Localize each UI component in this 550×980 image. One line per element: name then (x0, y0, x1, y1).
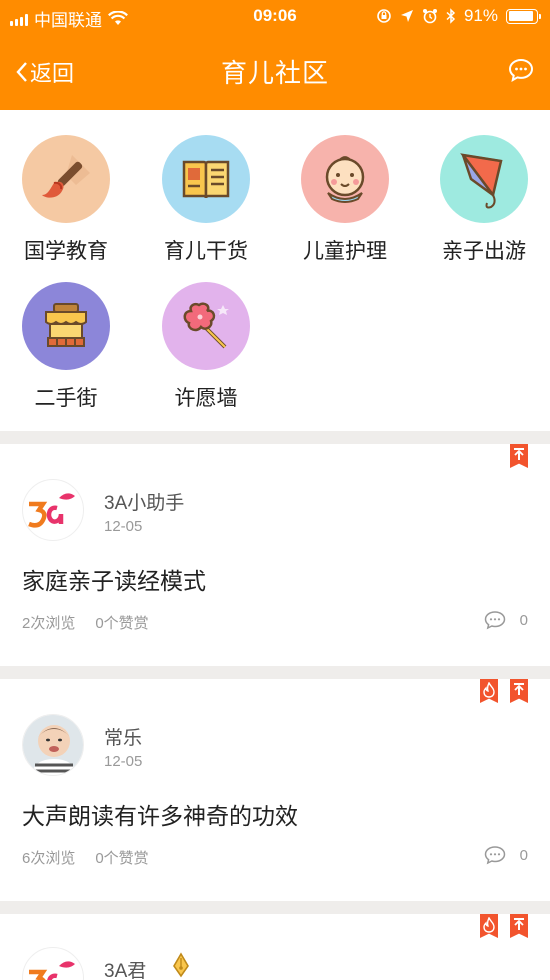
post-likes: 0个赞赏 (95, 850, 149, 867)
avatar[interactable] (22, 714, 84, 776)
pin-top-icon (514, 918, 524, 930)
alarm-icon (422, 9, 437, 24)
3a-logo-icon (29, 961, 75, 980)
3a-logo-icon (28, 493, 75, 528)
hot-badge (480, 914, 498, 938)
book-icon (182, 160, 230, 199)
comment-button[interactable]: 0 (484, 610, 528, 630)
brush-icon (42, 155, 90, 198)
bluetooth-icon (446, 8, 456, 24)
post-views: 6次浏览 (22, 850, 76, 867)
battery-percent: 91% (463, 6, 498, 25)
post-card[interactable]: 3A君 (0, 914, 550, 980)
post-badges (480, 679, 528, 703)
post-title[interactable]: 家庭亲子读经模式 (22, 562, 206, 596)
battery-icon (506, 8, 541, 24)
section-divider (0, 431, 550, 444)
post-author[interactable]: 3A小助手 (104, 488, 184, 515)
post-date: 12-05 (104, 753, 143, 770)
status-bar: 中国联通 09:06 91% (0, 0, 550, 32)
comment-button[interactable]: 0 (484, 845, 528, 865)
comment-count: 0 (519, 846, 528, 864)
post-card[interactable]: 3A小助手 12-05 家庭亲子读经模式 2次浏览 0个赞赏 0 (0, 444, 550, 666)
category-label: 儿童护理 (303, 240, 387, 263)
category-label: 二手街 (34, 387, 98, 410)
baby-photo-avatar (23, 715, 83, 775)
status-right: 91% (376, 6, 541, 26)
category-ershou[interactable]: 二手街 (6, 282, 126, 412)
category-xuyuan[interactable]: 许愿墙 (146, 282, 266, 412)
page-title: 育儿社区 (220, 58, 329, 88)
comment-icon (484, 846, 505, 865)
category-icon-circle (162, 135, 250, 223)
avatar[interactable] (22, 947, 84, 980)
chat-icon[interactable] (508, 57, 534, 83)
post-author[interactable]: 3A君 (104, 956, 146, 980)
post-meta: 6次浏览 0个赞赏 (22, 847, 149, 868)
category-icon-circle (301, 135, 389, 223)
post-badges (480, 914, 528, 938)
category-guoxue[interactable]: 国学教育 (6, 135, 126, 265)
baby-icon (325, 156, 365, 203)
post-date: 12-05 (104, 518, 143, 535)
category-label: 育儿干货 (164, 240, 248, 263)
app-header: 中国联通 09:06 91% 返回 育儿社区 (0, 0, 550, 110)
post-likes: 0个赞赏 (95, 615, 149, 632)
rotation-lock-icon (377, 9, 391, 23)
pin-top-badge (510, 679, 528, 703)
category-icon-circle (22, 282, 110, 370)
section-divider (0, 666, 550, 679)
avatar[interactable] (22, 479, 84, 541)
post-author[interactable]: 常乐 (104, 723, 142, 750)
flame-icon (483, 917, 495, 933)
comment-icon (484, 611, 505, 630)
category-grid: 国学教育 育儿干货 儿童护理 亲子出游 二手街 许愿墙 (0, 110, 550, 430)
kite-icon (460, 153, 503, 209)
battery-fill (508, 11, 534, 21)
category-label: 国学教育 (24, 240, 108, 263)
category-icon-circle (162, 282, 250, 370)
category-label: 亲子出游 (442, 240, 526, 263)
shop-icon (45, 303, 87, 347)
category-chuyou[interactable]: 亲子出游 (424, 135, 544, 265)
flame-icon (483, 682, 495, 698)
hot-badge (480, 679, 498, 703)
comment-count: 0 (519, 611, 528, 629)
post-title[interactable]: 大声朗读有许多神奇的功效 (22, 797, 298, 831)
category-icon-circle (22, 135, 110, 223)
category-huli[interactable]: 儿童护理 (285, 135, 405, 265)
pin-top-badge (510, 914, 528, 938)
candy-icon (183, 302, 229, 349)
category-icon-circle (440, 135, 528, 223)
pin-top-badge (510, 444, 528, 468)
post-views: 2次浏览 (22, 615, 76, 632)
category-label: 许愿墙 (174, 387, 238, 410)
post-badges (510, 444, 528, 468)
section-divider (0, 901, 550, 914)
crown-pen-icon (173, 952, 189, 978)
pin-top-icon (514, 448, 524, 460)
pin-top-icon (514, 683, 524, 695)
category-yuer[interactable]: 育儿干货 (146, 135, 266, 265)
location-icon (400, 10, 413, 22)
post-card[interactable]: 常乐 12-05 大声朗读有许多神奇的功效 6次浏览 0个赞赏 0 (0, 679, 550, 901)
post-meta: 2次浏览 0个赞赏 (22, 612, 149, 633)
